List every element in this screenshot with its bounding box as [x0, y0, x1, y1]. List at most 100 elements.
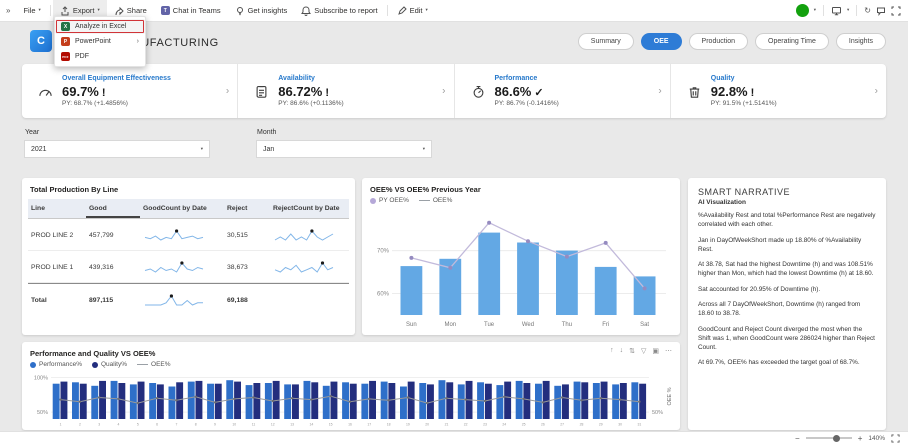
- perf-chart-plot[interactable]: 100%50%50%OEE %1234567891011121314151617…: [27, 371, 677, 429]
- svg-text:70%: 70%: [377, 249, 390, 255]
- more-options-icon[interactable]: ⋯: [665, 347, 672, 355]
- table-cell-good[interactable]: 457,799: [86, 219, 140, 251]
- edit-button[interactable]: Edit ▾: [390, 0, 435, 21]
- tab-oee[interactable]: OEE: [641, 33, 682, 50]
- filter-icon[interactable]: ▽: [641, 347, 646, 355]
- get-insights-button[interactable]: Get insights: [228, 0, 295, 21]
- svg-text:Fri: Fri: [602, 322, 609, 328]
- drill-up-icon[interactable]: ↑: [610, 347, 614, 355]
- visual-title: Performance and Quality VS OEE%: [22, 342, 680, 361]
- svg-text:10: 10: [232, 423, 236, 427]
- table-total-empty: [270, 283, 349, 315]
- smart-narrative-card[interactable]: SMART NARRATIVE AI Visualization %Availa…: [688, 178, 886, 430]
- year-filter-dropdown[interactable]: 2021 ▾: [24, 140, 210, 158]
- svg-text:23: 23: [483, 423, 487, 427]
- svg-text:50%: 50%: [652, 410, 663, 416]
- pencil-icon: [397, 6, 407, 16]
- table-cell-good[interactable]: 439,316: [86, 251, 140, 283]
- column-header-rejectcount-by-date[interactable]: RejectCount by Date: [270, 199, 349, 219]
- zoom-out-button[interactable]: −: [795, 434, 800, 443]
- svg-text:22: 22: [464, 423, 468, 427]
- svg-text:19: 19: [406, 423, 410, 427]
- zoom-slider-knob[interactable]: [833, 435, 840, 442]
- smart-narrative-subtitle: AI Visualization: [688, 199, 886, 211]
- svg-text:6: 6: [156, 423, 158, 427]
- tab-insights[interactable]: Insights: [836, 33, 886, 50]
- svg-text:9: 9: [214, 423, 216, 427]
- chevron-right-icon[interactable]: ›: [875, 86, 878, 97]
- powerpoint-icon: P: [61, 37, 70, 46]
- table-total-good: 897,115: [86, 283, 140, 315]
- svg-text:16: 16: [348, 423, 352, 427]
- svg-text:2: 2: [79, 423, 81, 427]
- menu-item-pdf[interactable]: PDF PDF: [55, 49, 145, 64]
- chat-in-teams-button[interactable]: T Chat in Teams: [154, 0, 228, 21]
- svg-text:18: 18: [387, 423, 391, 427]
- svg-text:Thu: Thu: [562, 322, 572, 328]
- kpi-card-availability[interactable]: Availability 86.72%! PY: 86.6% (+0.1136%…: [237, 64, 453, 118]
- zoom-in-button[interactable]: +: [858, 434, 863, 443]
- chevron-right-icon[interactable]: ›: [658, 86, 661, 97]
- expand-levels-icon[interactable]: ⇅: [629, 347, 635, 355]
- kpi-card-oee[interactable]: Overall Equipment Effectiveness 69.7%! P…: [22, 64, 237, 118]
- trash-icon: [687, 84, 702, 99]
- view-monitor-icon[interactable]: [831, 6, 842, 16]
- kpi-card-performance[interactable]: Performance 86.6%✓ PY: 86.7% (-0.1416%) …: [454, 64, 670, 118]
- visual-title: Total Production By Line: [22, 178, 355, 197]
- production-table-card[interactable]: Total Production By Line Line Good GoodC…: [22, 178, 355, 335]
- table-cell-reject[interactable]: 30,515: [224, 219, 270, 251]
- export-dropdown-menu: X Analyze in Excel P PowerPoint › PDF PD…: [54, 16, 146, 67]
- performance-quality-chart-card[interactable]: ↑ ↓ ⇅ ▽ ▣ ⋯ Performance and Quality VS O…: [22, 342, 680, 430]
- tab-production[interactable]: Production: [689, 33, 748, 50]
- column-header-good[interactable]: Good: [86, 199, 140, 219]
- fullscreen-icon[interactable]: [891, 6, 901, 16]
- expand-nav-icon[interactable]: »: [0, 6, 16, 15]
- sparkline-rejectcount: [270, 251, 349, 283]
- svg-text:Tue: Tue: [484, 322, 495, 328]
- fit-to-page-icon[interactable]: [891, 434, 900, 443]
- column-header-line[interactable]: Line: [28, 199, 86, 219]
- submenu-chevron-icon: ›: [137, 38, 139, 45]
- chevron-down-icon: ▾: [201, 147, 203, 152]
- status-flag: ✓: [534, 87, 543, 99]
- svg-text:100%: 100%: [34, 376, 48, 382]
- month-filter-label: Month: [257, 129, 276, 136]
- bell-icon: [301, 6, 311, 16]
- chevron-down-icon[interactable]: ▾: [814, 8, 816, 13]
- legend-line-oee: [137, 364, 148, 365]
- comment-icon[interactable]: [876, 6, 886, 16]
- menu-item-powerpoint[interactable]: P PowerPoint ›: [55, 34, 145, 49]
- table-cell-line[interactable]: PROD LINE 2: [28, 219, 86, 251]
- month-filter-dropdown[interactable]: Jan ▾: [256, 140, 432, 158]
- subscribe-button[interactable]: Subscribe to report: [294, 0, 384, 21]
- chevron-right-icon[interactable]: ›: [442, 86, 445, 97]
- narrative-paragraph: At 69.7%, OEE% has exceeded the target g…: [698, 358, 876, 367]
- table-cell-line[interactable]: PROD LINE 1: [28, 251, 86, 283]
- tab-operating-time[interactable]: Operating Time: [755, 33, 829, 50]
- toolbar-right-cluster: ▾ ▾ ↻: [796, 4, 908, 17]
- svg-text:1: 1: [60, 423, 62, 427]
- focus-mode-icon[interactable]: ▣: [652, 347, 659, 355]
- zoom-slider[interactable]: [806, 437, 852, 439]
- narrative-paragraph: Sat accounted for 20.95% of Downtime (h)…: [698, 285, 876, 294]
- table-cell-reject[interactable]: 38,673: [224, 251, 270, 283]
- svg-text:17: 17: [367, 423, 371, 427]
- oee-chart-card[interactable]: OEE% VS OEE% Previous Year PY OEE% OEE% …: [362, 178, 680, 335]
- oee-chart-plot[interactable]: 60%70%SunMonTueWedThuFriSat: [370, 206, 672, 330]
- avatar[interactable]: [796, 4, 809, 17]
- menu-item-analyze-in-excel[interactable]: X Analyze in Excel: [55, 19, 145, 34]
- column-header-reject[interactable]: Reject: [224, 199, 270, 219]
- visual-title: OEE% VS OEE% Previous Year: [362, 178, 680, 197]
- tab-summary[interactable]: Summary: [578, 33, 634, 50]
- refresh-icon[interactable]: ↻: [864, 6, 871, 15]
- svg-text:7: 7: [175, 423, 177, 427]
- drill-down-icon[interactable]: ↓: [620, 347, 624, 355]
- narrative-paragraph: Jan in DayOfWeekShort made up 18.80% of …: [698, 236, 876, 255]
- chevron-right-icon[interactable]: ›: [226, 86, 229, 97]
- column-header-goodcount-by-date[interactable]: GoodCount by Date: [140, 199, 224, 219]
- chevron-down-icon[interactable]: ▾: [847, 8, 849, 13]
- file-menu-button[interactable]: File ▾: [16, 0, 47, 21]
- kpi-card-quality[interactable]: Quality 92.8%! PY: 91.5% (+1.5141%) ›: [670, 64, 886, 118]
- legend-dot-performance: [30, 362, 36, 368]
- narrative-paragraph: %Availability Rest and total %Performanc…: [698, 211, 876, 230]
